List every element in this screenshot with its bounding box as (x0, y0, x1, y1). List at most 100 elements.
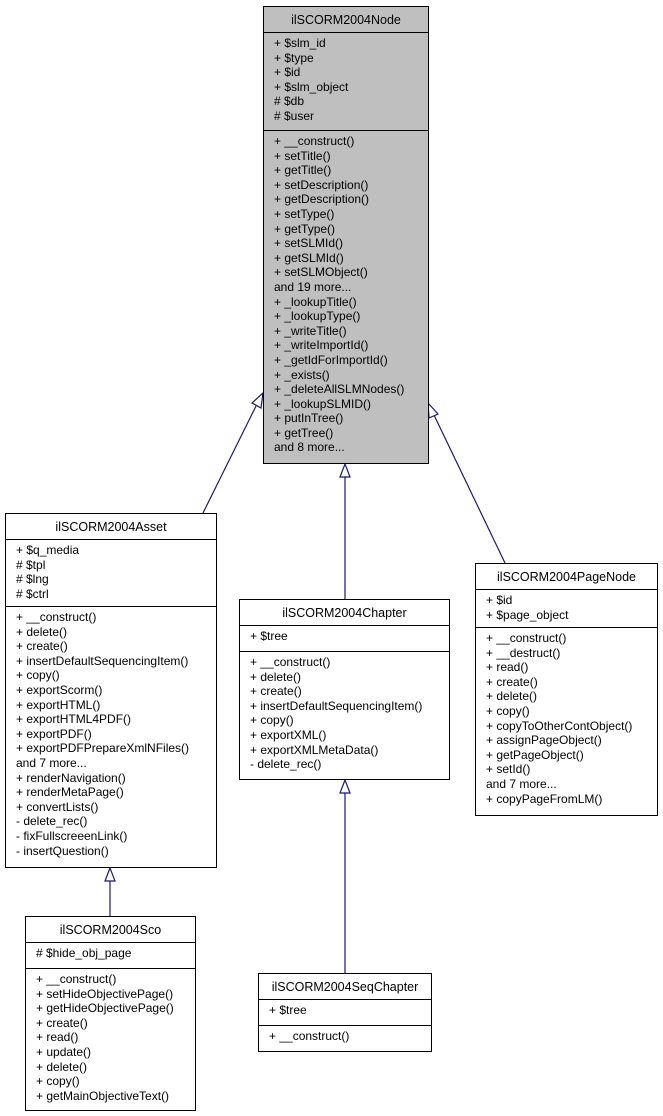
class-box-ilscorm2004sco[interactable]: ilSCORM2004Sco # $hide_obj_page + __cons… (25, 916, 196, 1111)
class-method: + copy() (36, 1074, 80, 1089)
class-attribute: + $slm_object (274, 79, 349, 94)
class-method: + getTitle() (274, 163, 332, 178)
class-attribute: + $id (274, 65, 301, 80)
class-method: + renderNavigation() (16, 770, 126, 785)
class-attribute: # $ctrl (16, 586, 49, 601)
more-members-link[interactable]: and 7 more... (486, 777, 657, 792)
class-method: + setId() (486, 762, 531, 777)
class-method: + __destruct() (486, 645, 561, 660)
arrowhead-pagenode-to-node (427, 401, 440, 419)
class-method: + getDescription() (274, 192, 370, 207)
class-method: + setSLMId() (274, 236, 344, 251)
class-method: + getTree() (274, 425, 334, 440)
class-method: + setSLMObject() (274, 265, 368, 280)
attributes-section: + $tree (240, 625, 449, 651)
class-method: + _lookupType() (274, 309, 361, 324)
class-method: + copyToOtherContObject() (486, 718, 633, 733)
class-attribute: + $tree (250, 629, 288, 643)
class-method: - delete_rec() (16, 814, 88, 829)
class-method: + exportPDF() (16, 726, 92, 741)
class-method: + getMainObjectiveText() (36, 1088, 170, 1103)
class-method: + __construct() (269, 1029, 350, 1043)
class-attribute: # $hide_obj_page (36, 946, 132, 960)
class-method: + getHideObjectivePage() (36, 1001, 174, 1016)
edge-pagenode-to-node (433, 414, 506, 564)
class-method: + _writeImportId() (274, 338, 369, 353)
class-attribute: # $db (274, 94, 305, 109)
class-name: ilSCORM2004Asset (55, 520, 167, 534)
class-name: ilSCORM2004Node (291, 13, 401, 27)
class-method: + create() (36, 1015, 88, 1030)
class-attribute: + $type (274, 50, 314, 65)
class-method: + exportHTML4PDF() (16, 712, 132, 727)
class-method: + _deleteAllSLMNodes() (274, 382, 405, 397)
class-method: + __construct() (16, 610, 97, 624)
class-attribute: + $page_object (486, 607, 569, 622)
class-method: + _writeTitle() (274, 323, 347, 338)
class-method: + create() (16, 639, 68, 654)
class-method: + _lookupTitle() (274, 294, 357, 309)
attributes-section: # $hide_obj_page (26, 942, 195, 968)
more-members-link[interactable]: and 8 more... (274, 440, 428, 455)
attributes-section: + $id + $page_object (476, 589, 657, 627)
class-method: + exportPDFPrepareXmlNFiles() (16, 741, 190, 756)
class-box-ilscorm2004chapter[interactable]: ilSCORM2004Chapter + $tree + __construct… (239, 599, 450, 780)
class-method: + insertDefaultSequencingItem() (16, 653, 189, 668)
methods-section: + __construct() + delete() + create() + ins… (240, 651, 449, 772)
class-method: + __construct() (250, 655, 331, 669)
class-method: + update() (36, 1044, 92, 1059)
class-method: + getSLMId() (274, 250, 344, 265)
arrowhead-chapter-to-node (339, 462, 351, 478)
class-method: + getType() (274, 221, 336, 236)
class-method: + _lookupSLMID() (274, 396, 372, 411)
class-method: + putInTree() (274, 411, 344, 426)
methods-section: + __construct() + __destruct() + read() + c… (476, 627, 657, 806)
class-box-ilscorm2004node[interactable]: ilSCORM2004Node + $slm_id + $type + $id + $… (263, 6, 429, 464)
more-members-link[interactable]: and 7 more... (16, 756, 216, 771)
arrowhead-asset-to-node (250, 391, 264, 409)
class-box-ilscorm2004pagenode[interactable]: ilSCORM2004PageNode + $id + $page_object … (475, 563, 658, 816)
class-method: + create() (486, 674, 538, 689)
class-method: + renderMetaPage() (16, 785, 124, 800)
class-attribute: # $user (274, 108, 315, 123)
class-box-ilscorm2004seqchapter[interactable]: ilSCORM2004SeqChapter + $tree + __constr… (258, 973, 432, 1052)
class-attribute: + $q_media (16, 543, 80, 557)
attributes-section: + $tree (259, 999, 431, 1025)
class-method: + setDescription() (274, 177, 369, 192)
arrowhead-seqchapter-to-chapter (339, 778, 351, 794)
class-method: + exportXML() (250, 727, 327, 742)
class-method: - fixFullscreeenLink() (16, 828, 128, 843)
class-method: + __construct() (274, 134, 355, 148)
class-method: + copy() (16, 668, 60, 683)
class-method: + __construct() (486, 631, 567, 645)
class-method: + delete() (250, 669, 302, 684)
class-method: + exportScorm() (16, 682, 103, 697)
class-method: + copy() (486, 703, 530, 718)
class-method: + exportHTML() (16, 697, 101, 712)
class-method: + _getIdForImportId() (274, 352, 388, 367)
class-method: - delete_rec() (250, 757, 322, 772)
class-method: + delete() (36, 1059, 88, 1074)
edge-asset-to-node (202, 401, 259, 514)
class-method: + convertLists() (16, 799, 99, 814)
class-method: + getPageObject() (486, 747, 584, 762)
class-name: ilSCORM2004SeqChapter (271, 980, 419, 994)
class-method: + exportXMLMetaData() (250, 742, 379, 757)
attributes-section: + $q_media # $tpl # $lng # $ctrl (6, 539, 216, 606)
class-method: + setTitle() (274, 148, 331, 163)
class-box-ilscorm2004asset[interactable]: ilSCORM2004Asset + $q_media # $tpl # $lng #… (5, 513, 217, 868)
class-method: + __construct() (36, 972, 117, 986)
class-method: + setHideObjectivePage() (36, 986, 174, 1001)
class-attribute: # $tpl (16, 557, 46, 572)
class-name: ilSCORM2004Chapter (282, 606, 407, 620)
class-method: + copyPageFromLM() (486, 791, 603, 806)
attributes-section: + $slm_id + $type + $id + $slm_object # $db #… (264, 32, 428, 130)
more-members-link[interactable]: and 19 more... (274, 280, 428, 295)
class-attribute: # $lng (16, 572, 49, 587)
class-method: + _exists() (274, 367, 330, 382)
methods-section: + __construct() (259, 1025, 431, 1044)
class-method: + create() (250, 684, 302, 699)
class-name: ilSCORM2004Sco (59, 923, 162, 937)
class-name: ilSCORM2004PageNode (497, 570, 636, 584)
class-method: + delete() (486, 689, 538, 704)
